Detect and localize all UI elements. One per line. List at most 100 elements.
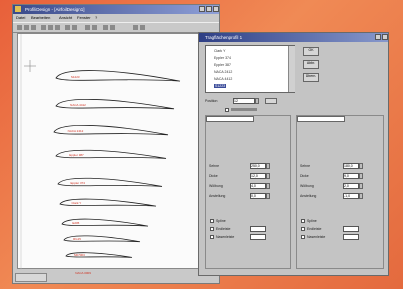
angle-field[interactable]: 0,0 [250, 193, 266, 199]
checkbox[interactable] [210, 219, 214, 223]
field-label: Dicke [300, 174, 309, 178]
menu-help[interactable]: ? [95, 15, 97, 20]
copy-icon[interactable] [48, 25, 53, 30]
minimize-button[interactable] [199, 6, 205, 12]
menu-fenster[interactable]: Fenster [77, 15, 91, 20]
camber-spinner[interactable] [359, 183, 363, 189]
thickness-field[interactable]: 12,0 [250, 173, 266, 179]
position-field[interactable]: 12 [233, 98, 255, 104]
angle-spinner[interactable] [359, 193, 363, 199]
dialog-close-button[interactable] [382, 34, 388, 40]
zoom-out-icon[interactable] [92, 25, 97, 30]
toolbar [13, 22, 219, 33]
field-label: Sehne [300, 164, 311, 168]
open-icon[interactable] [24, 25, 29, 30]
cancel-button[interactable]: Abbr. [303, 60, 319, 69]
grid-icon[interactable] [103, 25, 108, 30]
option-label: Nasenleiste [216, 235, 235, 239]
cad-window-title: ProfiliDesign - [AirfoilDesign1] [25, 7, 85, 12]
app-icon [15, 6, 21, 12]
undo-icon[interactable] [65, 25, 70, 30]
checkbox[interactable] [225, 108, 229, 112]
airfoil-label: NACA 0009 [75, 271, 91, 275]
help-icon[interactable] [140, 25, 145, 30]
chord-spinner[interactable] [266, 163, 270, 169]
option-label: Spline [216, 219, 226, 223]
option-field[interactable] [343, 234, 359, 240]
list-item-selected[interactable]: S1223 [214, 84, 227, 88]
airfoil-label: E205 [72, 221, 80, 225]
airfoil-label: Eppler 387 [69, 153, 84, 157]
list-item[interactable]: Eppler 387 [214, 63, 231, 67]
thickness-spinner[interactable] [266, 173, 270, 179]
paste-icon[interactable] [55, 25, 60, 30]
cut-icon[interactable] [41, 25, 46, 30]
crosshair-cursor-icon [24, 60, 36, 72]
left-profile-group: Sehne 250,0 Dicke 12,0 Wölbung 4,0 Anste… [205, 115, 291, 269]
airfoil-label: S1223 [70, 75, 80, 79]
option-field[interactable] [250, 226, 266, 232]
airfoil-dialog: Tragflächenprofil 1 Clark Y Eppler 374 E… [198, 32, 389, 276]
status-bar [15, 273, 47, 282]
camber-field[interactable]: 2,0 [343, 183, 359, 189]
field-label: Anstellung [300, 194, 317, 198]
maximize-button[interactable] [206, 6, 212, 12]
properties-icon[interactable] [133, 25, 138, 30]
airfoil-label: NACA 2412 [67, 129, 84, 133]
dialog-title: Tragflächenprofil 1 [205, 35, 243, 40]
ok-button[interactable]: OK [303, 47, 319, 56]
right-profile-group: Sehne 180,0 Dicke 9,0 Wölbung 2,0 Anstel… [296, 115, 384, 269]
redo-icon[interactable] [72, 25, 77, 30]
new-icon[interactable] [17, 25, 22, 30]
field-label: Wölbung [209, 184, 223, 188]
list-item[interactable]: NACA 4412 [214, 77, 232, 81]
drawing-canvas[interactable]: S1223 NACA 4412 NACA 2412 Eppler 387 Eppler … [17, 33, 215, 275]
list-item[interactable]: Eppler 374 [214, 56, 231, 60]
chord-field[interactable]: 250,0 [250, 163, 266, 169]
checkbox[interactable] [210, 235, 214, 239]
list-item[interactable]: Clark Y [214, 49, 225, 53]
chord-field[interactable]: 180,0 [343, 163, 359, 169]
option-field[interactable] [343, 226, 359, 232]
apply-button[interactable]: Übern. [303, 73, 319, 82]
save-icon[interactable] [31, 25, 36, 30]
option-label: Nasenleiste [307, 235, 326, 239]
dialog-title-bar[interactable]: Tragflächenprofil 1 [199, 33, 388, 42]
position-label: Position [205, 99, 218, 103]
checkbox[interactable] [210, 227, 214, 231]
position-spinner[interactable] [255, 98, 259, 104]
checkbox[interactable] [301, 235, 305, 239]
airfoil-label: Clark Y [71, 201, 82, 205]
thickness-spinner[interactable] [359, 173, 363, 179]
menu-ansicht[interactable]: Ansicht [59, 15, 72, 20]
camber-spinner[interactable] [266, 183, 270, 189]
list-item[interactable]: NACA 2412 [214, 70, 232, 74]
list-scrollbar[interactable] [288, 46, 295, 92]
airfoil-list[interactable]: Clark Y Eppler 374 Eppler 387 NACA 2412 … [205, 45, 295, 93]
thickness-field[interactable]: 9,0 [343, 173, 359, 179]
dialog-help-button[interactable] [375, 34, 381, 40]
right-profile-select[interactable] [297, 116, 345, 122]
print-icon[interactable] [110, 25, 115, 30]
cad-title-bar[interactable]: ProfiliDesign - [AirfoilDesign1] [13, 5, 219, 14]
checkbox[interactable] [301, 227, 305, 231]
airfoil-drawing [20, 34, 181, 270]
close-button[interactable] [213, 6, 219, 12]
position-button[interactable] [265, 98, 277, 104]
option-field[interactable] [250, 234, 266, 240]
angle-spinner[interactable] [266, 193, 270, 199]
chord-spinner[interactable] [359, 163, 363, 169]
angle-field[interactable]: -1,0 [343, 193, 359, 199]
camber-field[interactable]: 4,0 [250, 183, 266, 189]
cad-main-window: ProfiliDesign - [AirfoilDesign1] Datei B… [12, 4, 220, 284]
zoom-in-icon[interactable] [85, 25, 90, 30]
field-label: Anstellung [209, 194, 226, 198]
left-profile-select[interactable] [206, 116, 254, 122]
checkbox[interactable] [301, 219, 305, 223]
option-label: Endleiste [216, 227, 231, 231]
airfoil-label: SD7003 [73, 253, 85, 257]
field-label: Dicke [209, 174, 218, 178]
airfoil-label: Eppler 374 [70, 181, 85, 185]
menu-bearbeiten[interactable]: Bearbeiten [31, 15, 50, 20]
menu-datei[interactable]: Datei [16, 15, 25, 20]
